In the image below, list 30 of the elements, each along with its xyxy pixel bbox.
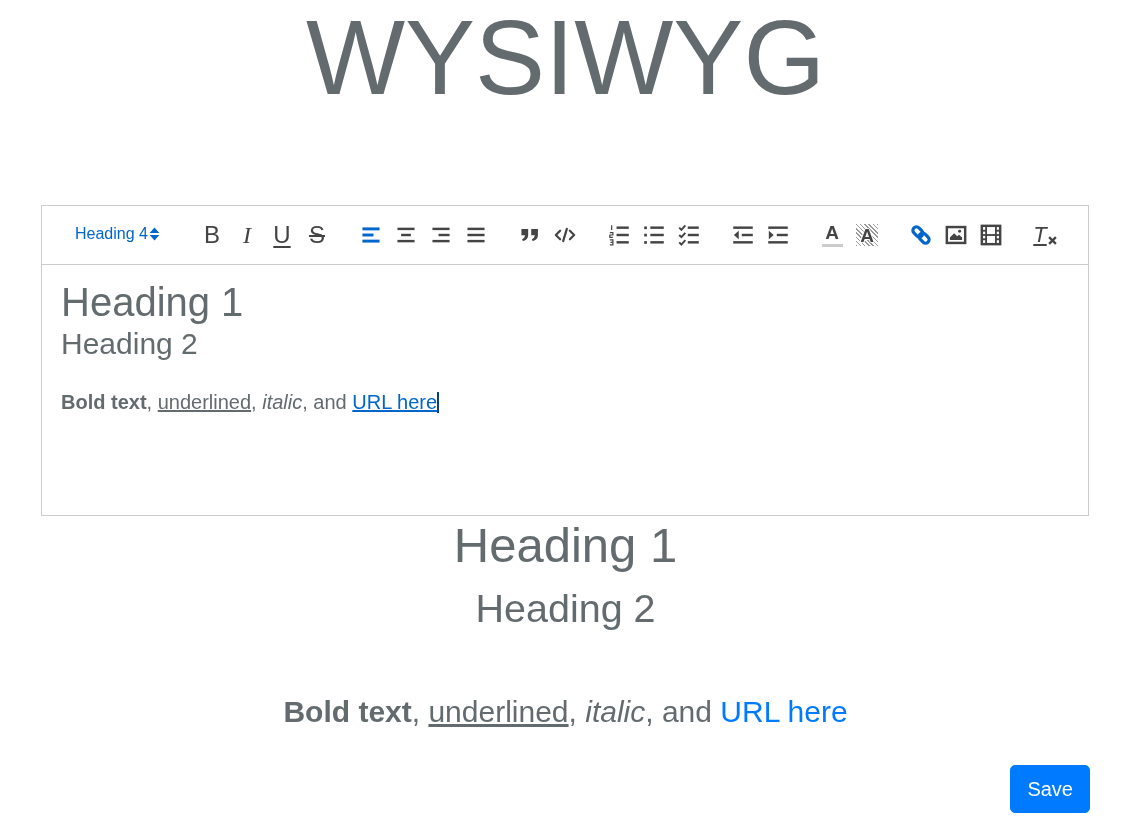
preview-heading: Heading 1 <box>453 517 678 574</box>
underline-button[interactable]: U <box>273 223 291 247</box>
italic-button[interactable]: I <box>243 223 251 247</box>
editor-field[interactable]: Heading 1 Heading 2 Bold text, underlined, italic, and URL here <box>42 265 1088 515</box>
editor-subheading: Heading 2 <box>61 326 198 362</box>
x-mark-icon <box>1047 236 1057 245</box>
page-title: WYSIWYG <box>305 0 826 110</box>
editor-paragraph: Bold text, underlined, italic, and URL here <box>61 390 439 415</box>
highlight-color-button[interactable]: A <box>856 224 878 246</box>
link[interactable]: URL here <box>720 695 848 729</box>
indent-icon[interactable] <box>767 224 789 246</box>
preview-paragraph: Bold text, underlined, italic, and URL here <box>283 694 848 731</box>
strikethrough-button[interactable]: S <box>309 223 325 247</box>
save-button[interactable]: Save <box>1010 765 1090 814</box>
outdent-icon[interactable] <box>732 224 754 246</box>
film-strip-icon[interactable] <box>980 224 1002 246</box>
checklist-icon[interactable] <box>678 224 700 246</box>
heading-picker[interactable]: Heading 4 <box>75 224 160 244</box>
image-icon[interactable] <box>945 224 967 246</box>
text-color-button[interactable]: A <box>821 223 843 247</box>
bullet-list-icon[interactable] <box>643 224 665 246</box>
clear-formatting-button[interactable]: T <box>1033 224 1057 246</box>
numbered-list-icon[interactable] <box>608 224 630 246</box>
link[interactable]: URL here <box>352 391 438 413</box>
link-icon[interactable] <box>910 224 932 246</box>
editor-heading: Heading 1 <box>61 279 244 326</box>
up-down-arrows-icon <box>148 227 160 241</box>
bold-button[interactable]: B <box>204 223 220 247</box>
preview-subheading: Heading 2 <box>475 584 656 632</box>
align-left-icon[interactable] <box>360 224 382 246</box>
